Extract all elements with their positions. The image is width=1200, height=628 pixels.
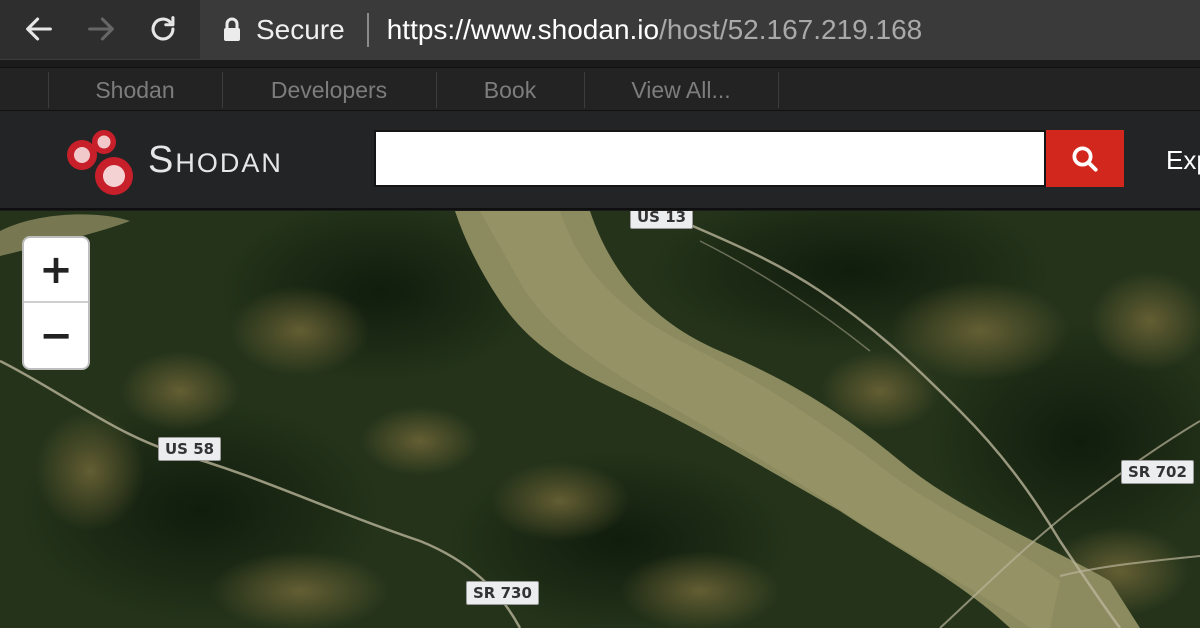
lock-icon xyxy=(222,17,242,43)
link-divider xyxy=(778,72,779,108)
shodan-logo-icon[interactable] xyxy=(64,129,138,199)
map-view[interactable]: + − US 13 US 58 SR 702 SR 730 xyxy=(0,211,1200,628)
url-base: https://www.shodan.io xyxy=(386,14,660,45)
reload-icon xyxy=(151,16,175,41)
back-button[interactable] xyxy=(14,4,64,54)
link-book[interactable]: Book xyxy=(436,68,584,112)
logo-text[interactable]: Shodan xyxy=(148,139,283,182)
arrow-left-icon xyxy=(26,17,52,41)
secure-label: Secure xyxy=(256,14,345,45)
zoom-in-button[interactable]: + xyxy=(24,238,88,303)
top-links-bar: Shodan Developers Book View All... xyxy=(0,67,1200,111)
explore-link[interactable]: Exp xyxy=(1166,145,1200,176)
search-input[interactable] xyxy=(374,130,1046,187)
arrow-right-icon xyxy=(88,17,114,41)
road-label-sr730: SR 730 xyxy=(466,581,539,605)
url-text[interactable]: https://www.shodan.io/host/52.167.219.16… xyxy=(387,14,923,46)
road-label-sr702: SR 702 xyxy=(1121,460,1194,484)
link-view-all[interactable]: View All... xyxy=(584,68,778,112)
site-header: Shodan Exp xyxy=(0,111,1200,210)
link-developers[interactable]: Developers xyxy=(222,68,436,112)
zoom-out-button[interactable]: − xyxy=(24,303,88,368)
link-shodan[interactable]: Shodan xyxy=(48,68,222,112)
satellite-map-image[interactable] xyxy=(0,211,1200,628)
browser-toolbar: Secure https://www.shodan.io/host/52.167… xyxy=(0,0,1200,60)
zoom-control: + − xyxy=(22,236,90,370)
road-label-us13: US 13 xyxy=(630,211,694,229)
address-bar[interactable]: Secure https://www.shodan.io/host/52.167… xyxy=(200,0,1200,60)
search-button[interactable] xyxy=(1046,130,1124,187)
forward-button[interactable] xyxy=(76,4,126,54)
reload-button[interactable] xyxy=(138,4,188,54)
address-divider xyxy=(366,13,369,47)
search-icon xyxy=(1072,146,1098,172)
url-path: /host/52.167.219.168 xyxy=(659,14,923,45)
road-label-us58: US 58 xyxy=(158,437,222,461)
